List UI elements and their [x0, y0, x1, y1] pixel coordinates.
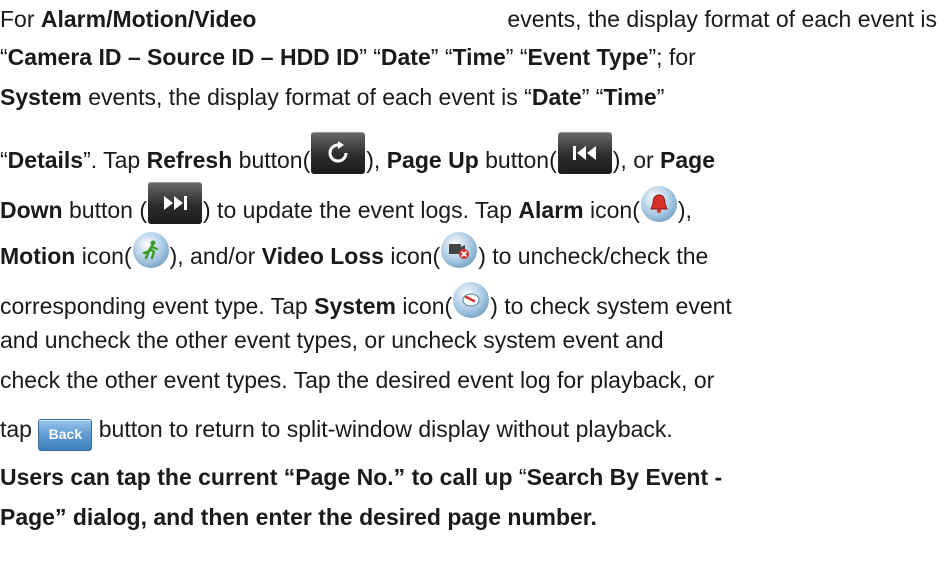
system-icon	[453, 282, 490, 318]
refresh-icon	[311, 132, 366, 174]
text-line-6: Motion icon(), and/or Video Loss icon() …	[0, 232, 937, 271]
alarm-bell-icon	[640, 186, 677, 222]
motion-runner-icon	[132, 232, 169, 268]
skip-back-icon	[557, 132, 612, 174]
text-line-5: Down button () to update the event logs.…	[0, 182, 937, 225]
back-button: Back	[38, 419, 93, 451]
text-line-1: For Alarm/Motion/Video events, the displ…	[0, 6, 937, 32]
text-line-3: System events, the display format of eac…	[0, 84, 665, 110]
skip-forward-icon	[148, 182, 202, 224]
text-line-9: check the other event types. Tap the des…	[0, 367, 715, 393]
text-line-7: corresponding event type. Tap System ico…	[0, 282, 937, 321]
video-loss-icon	[441, 232, 478, 268]
text-line-10: tap Back button to return to split-windo…	[0, 414, 937, 451]
text-line-11: Users can tap the current “Page No.” to …	[0, 464, 723, 490]
text-line-2: “Camera ID – Source ID – HDD ID” “Date” …	[0, 44, 696, 70]
manual-page: For Alarm/Motion/Video events, the displ…	[0, 0, 937, 580]
text-line-12: Page” dialog, and then enter the desired…	[0, 504, 597, 530]
text-line-4: “Details”. Tap Refresh button(), Page Up…	[0, 132, 937, 175]
text-line-8: and uncheck the other event types, or un…	[0, 327, 664, 353]
